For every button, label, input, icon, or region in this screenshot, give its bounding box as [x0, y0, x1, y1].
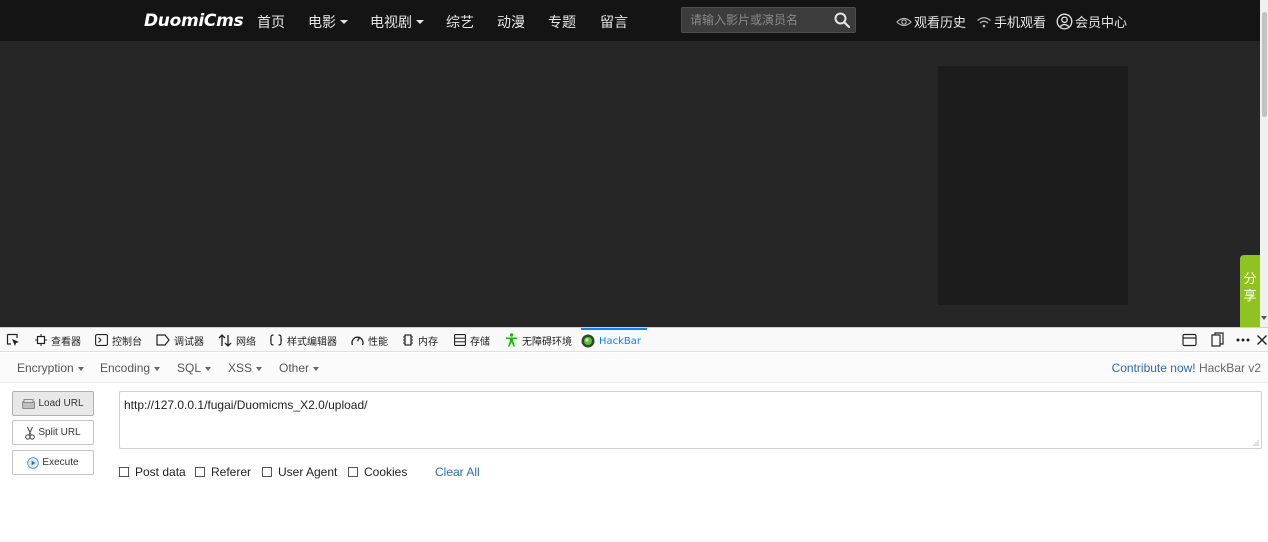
mobile-watch-link[interactable]: 手机观看: [976, 12, 1046, 31]
clear-all-link[interactable]: Clear All: [435, 465, 480, 479]
sidebar-placeholder-box: [938, 66, 1128, 305]
tab-hackbar[interactable]: HackBar: [581, 328, 648, 352]
checkbox[interactable]: [262, 467, 272, 477]
member-center-link[interactable]: 会员中心: [1056, 12, 1127, 31]
dock-side-icon[interactable]: [1210, 332, 1225, 348]
share-button[interactable]: 分 享: [1240, 255, 1260, 327]
memory-icon: [403, 334, 413, 346]
console-icon: [95, 334, 108, 346]
caret-down-icon: [154, 366, 161, 371]
tab-network[interactable]: 网络: [218, 328, 256, 352]
nav-item-movies[interactable]: 电影: [308, 12, 348, 32]
close-icon[interactable]: [1256, 332, 1268, 348]
tab-debugger[interactable]: 调试器: [156, 328, 204, 352]
checkbox[interactable]: [195, 467, 205, 477]
user-icon: [1056, 13, 1073, 30]
website-viewport: DuomiCms 首页 电影 电视剧 综艺 动漫 专题 留言 观看历史: [0, 0, 1268, 327]
tab-memory[interactable]: 内存: [402, 328, 438, 352]
scissors-icon: [25, 426, 36, 440]
referer-checkbox[interactable]: Referer: [195, 465, 251, 479]
accessibility-icon: [506, 333, 517, 347]
menu-encoding[interactable]: Encoding: [100, 361, 161, 375]
nav-item-home[interactable]: 首页: [257, 12, 285, 32]
split-url-button[interactable]: Split URL: [12, 420, 94, 445]
nav-item-variety[interactable]: 综艺: [446, 12, 474, 32]
nav-item-topics[interactable]: 专题: [548, 12, 576, 32]
search-input[interactable]: [682, 8, 827, 32]
menu-encryption[interactable]: Encryption: [17, 361, 84, 375]
url-textarea[interactable]: http://127.0.0.1/fugai/Duomicms_X2.0/upl…: [119, 391, 1262, 449]
site-header: DuomiCms 首页 电影 电视剧 综艺 动漫 专题 留言 观看历史: [0, 0, 1260, 41]
caret-down-icon: [77, 366, 84, 371]
load-url-button[interactable]: Load URL: [12, 391, 94, 416]
contribute-link[interactable]: Contribute now! HackBar v2: [1112, 361, 1261, 375]
tab-console[interactable]: 控制台: [95, 328, 142, 352]
search-icon[interactable]: [833, 11, 851, 29]
tab-accessibility[interactable]: 无障碍环境: [505, 328, 572, 352]
tab-inspector[interactable]: 查看器: [35, 328, 81, 352]
wifi-icon: [977, 16, 991, 27]
chevron-down-icon: [340, 20, 348, 24]
debugger-icon: [156, 334, 170, 346]
nav-item-guestbook[interactable]: 留言: [600, 12, 628, 32]
hackbar-menu-bar: Encryption Encoding SQL XSS Other Contri…: [0, 353, 1268, 383]
tab-storage[interactable]: 存储: [454, 328, 490, 352]
site-search: [681, 7, 856, 33]
responsive-design-icon[interactable]: [1182, 332, 1197, 348]
load-url-icon: [22, 398, 36, 409]
site-logo[interactable]: DuomiCms: [144, 11, 244, 31]
chevron-down-icon: [416, 20, 424, 24]
hackbar-icon: [581, 334, 595, 348]
tab-performance[interactable]: 性能: [351, 328, 388, 352]
caret-down-icon: [205, 366, 212, 371]
inspector-pick-icon: [6, 333, 19, 346]
menu-other[interactable]: Other: [279, 361, 320, 375]
checkbox[interactable]: [348, 467, 358, 477]
storage-icon: [454, 334, 466, 346]
cookies-checkbox[interactable]: Cookies: [348, 465, 407, 479]
performance-icon: [351, 336, 364, 346]
devtools-panel: 查看器 控制台 调试器 网络 样式编辑器 性能 内存 存储 无障碍环境 Hack…: [0, 327, 1268, 542]
nav-item-tv[interactable]: 电视剧: [370, 12, 424, 32]
page-scrollbar-thumb[interactable]: [1262, 12, 1267, 117]
inspector-icon: [35, 334, 47, 346]
play-icon: [27, 456, 40, 469]
tab-element-picker[interactable]: [6, 328, 24, 352]
scroll-down-arrow-icon[interactable]: [1261, 316, 1267, 320]
execute-button[interactable]: Execute: [12, 450, 94, 475]
caret-down-icon: [313, 366, 320, 371]
tab-style-editor[interactable]: 样式编辑器: [269, 328, 337, 352]
user-agent-checkbox[interactable]: User Agent: [262, 465, 337, 479]
watch-history-link[interactable]: 观看历史: [896, 12, 966, 31]
caret-down-icon: [256, 366, 263, 371]
menu-xss[interactable]: XSS: [228, 361, 263, 375]
post-data-checkbox[interactable]: Post data: [119, 465, 186, 479]
devtools-toolbar: 查看器 控制台 调试器 网络 样式编辑器 性能 内存 存储 无障碍环境 Hack…: [0, 328, 1268, 352]
resize-grip-icon[interactable]: [1253, 440, 1259, 446]
style-editor-icon: [269, 334, 283, 346]
network-icon: [218, 333, 232, 347]
eye-icon: [896, 17, 912, 26]
checkbox[interactable]: [119, 467, 129, 477]
nav-item-anime[interactable]: 动漫: [497, 12, 525, 32]
menu-sql[interactable]: SQL: [177, 361, 212, 375]
more-options-icon[interactable]: [1235, 332, 1251, 348]
